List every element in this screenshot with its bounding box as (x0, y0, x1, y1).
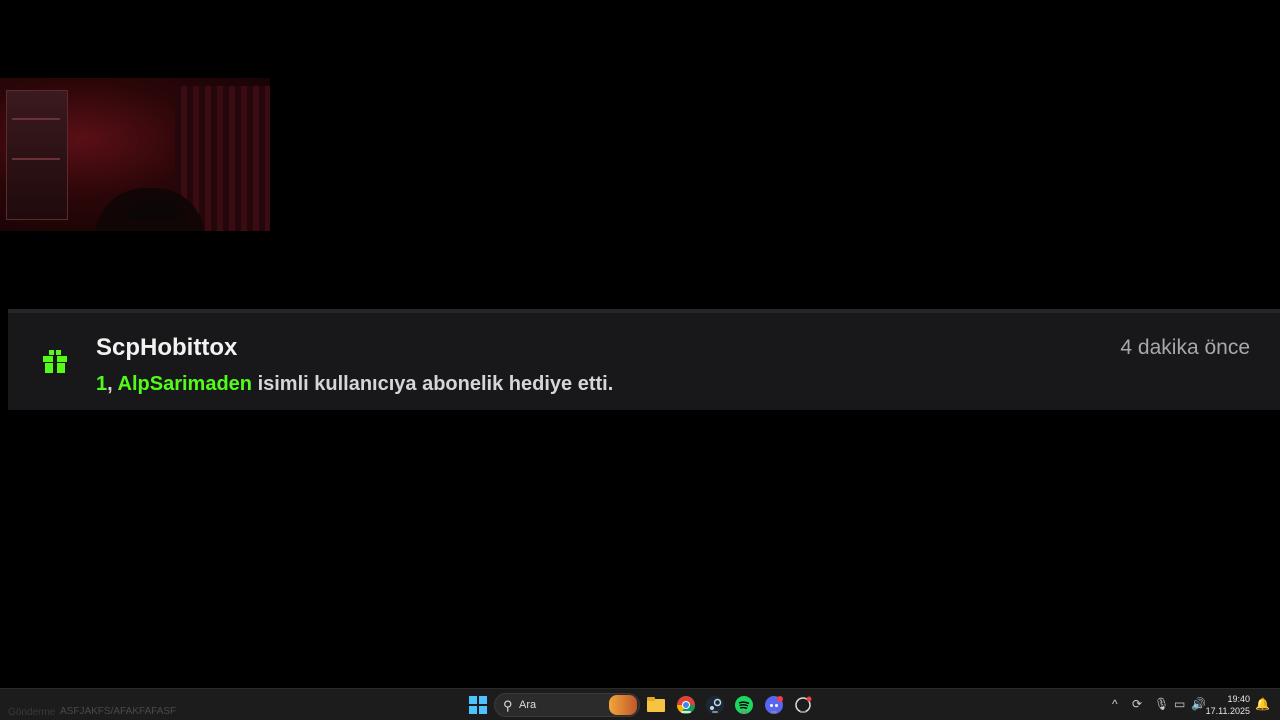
running-indicator (771, 711, 777, 713)
gifter-username[interactable]: ScpHobittox (96, 334, 237, 362)
network-icon[interactable]: ▭ (1174, 697, 1185, 711)
notification-bell-icon[interactable]: 🔔 (1255, 697, 1270, 711)
clock-date: 17.11.2025 (1205, 706, 1250, 716)
taskbar-search[interactable]: ⚲ Ara (494, 693, 640, 717)
taskbar: Gönderme ASFJAKFS/AFAKFAFASF ⚲ Ara ^ ⟳ 🎙… (0, 688, 1280, 720)
spotify-icon[interactable] (734, 695, 754, 715)
windows-start-icon[interactable] (468, 695, 488, 715)
shelf-line (12, 158, 60, 160)
clock-time: 19:40 (1227, 694, 1250, 704)
running-indicator (800, 711, 806, 713)
watermark: Gönderme (8, 707, 56, 718)
gift-message-text: isimli kullanıcıya abonelik hediye etti. (257, 373, 614, 395)
watermark-secondary: ASFJAKFS/AFAKFAFASF (60, 706, 177, 717)
volume-icon[interactable]: 🔊 (1191, 697, 1206, 711)
running-indicator (681, 711, 691, 713)
running-indicator (741, 711, 747, 713)
microphone-icon[interactable]: 🎙 (1154, 697, 1169, 711)
file-explorer-icon[interactable] (646, 695, 666, 715)
running-indicator (712, 711, 718, 713)
separator: , (107, 373, 113, 395)
search-placeholder: Ara (519, 699, 537, 711)
recipient-username[interactable]: AlpSarimaden (118, 373, 252, 395)
discord-icon[interactable] (764, 695, 784, 715)
app-icon[interactable] (793, 695, 813, 715)
bookshelf (6, 90, 68, 220)
search-icon: ⚲ (503, 698, 513, 713)
search-highlight-icon (609, 695, 637, 715)
gift-notification-card: ScpHobittox 4 dakika önce 1, AlpSarimade… (8, 309, 1280, 410)
gift-icon (43, 350, 67, 373)
steam-icon[interactable] (705, 695, 725, 715)
streamer-hat (128, 200, 182, 220)
sync-icon[interactable]: ⟳ (1132, 697, 1142, 711)
chevron-up-icon[interactable]: ^ (1112, 697, 1118, 711)
shelf-line (12, 118, 60, 120)
chrome-icon[interactable] (676, 695, 696, 715)
gift-message: 1, AlpSarimaden isimli kullanıcıya abone… (96, 373, 613, 396)
webcam-overlay (0, 78, 270, 231)
system-clock[interactable]: 19:40 17.11.2025 (1206, 693, 1250, 717)
gift-count: 1 (96, 373, 108, 395)
notification-time: 4 dakika önce (1120, 336, 1250, 359)
